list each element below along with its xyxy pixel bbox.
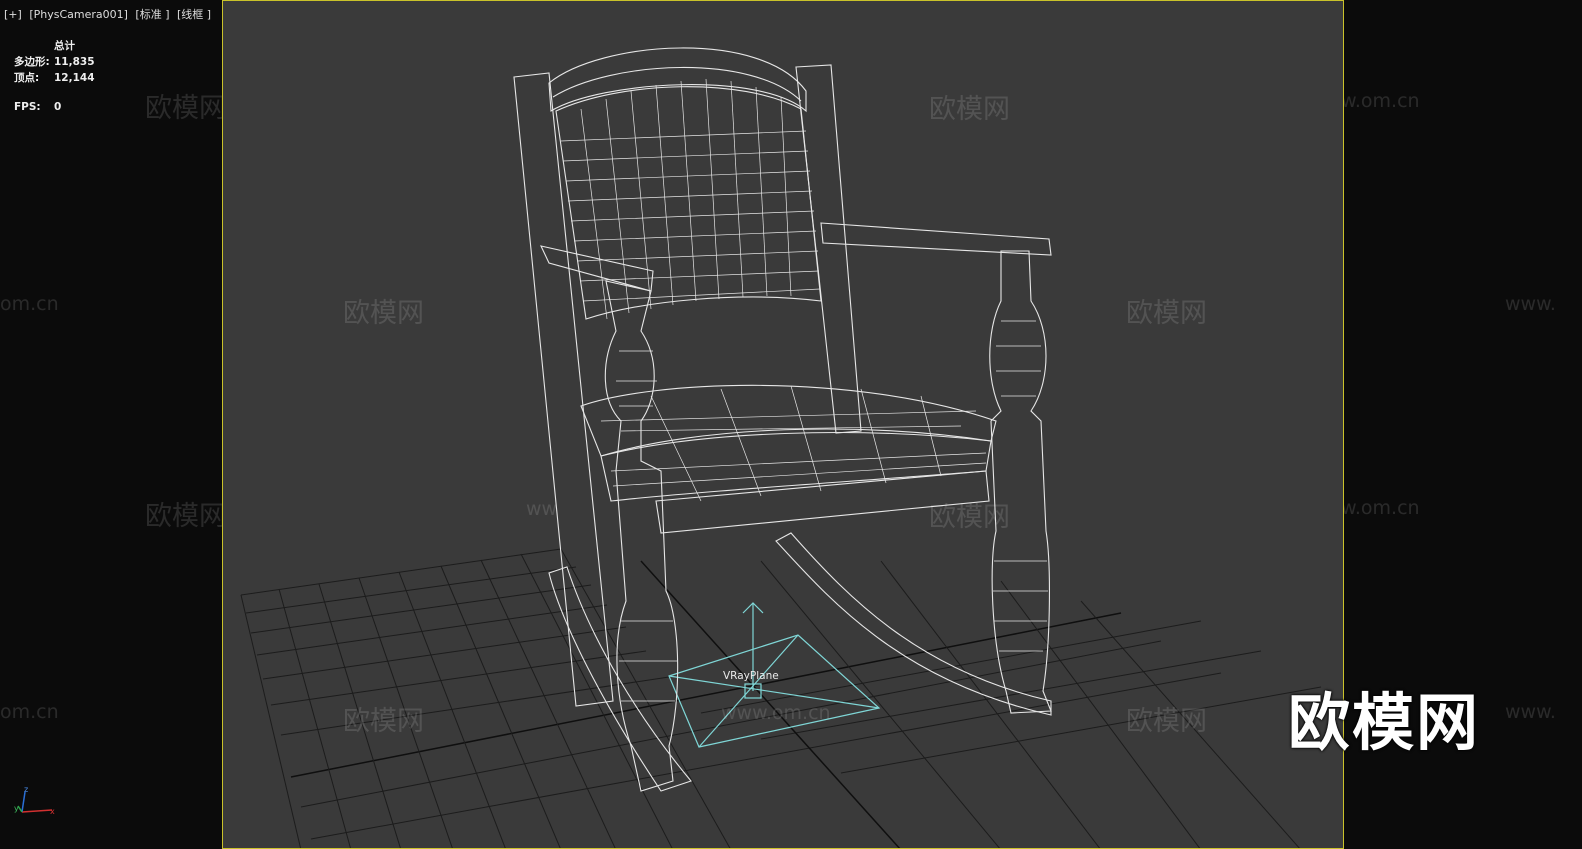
viewport-menu-plus[interactable]: [+]: [4, 8, 22, 21]
z-axis-line: [21, 791, 26, 813]
viewport-label-bar: [+] [PhysCamera001] [标准 ] [线框 ]: [4, 6, 215, 22]
stats-verts-value: 12,144: [54, 72, 95, 84]
x-axis-label: x: [50, 807, 55, 816]
watermark-brand: 欧模网: [929, 94, 1010, 125]
stats-polys-row: 多边形: 11,835: [14, 54, 95, 70]
viewport-shading-standard[interactable]: [标准 ]: [135, 8, 169, 21]
fps-value: 0: [54, 101, 62, 113]
y-axis-label: y: [14, 804, 19, 813]
watermark-brand: 欧模网: [929, 502, 1010, 533]
watermark-brand: 欧模网: [1126, 706, 1207, 737]
x-axis-line: [21, 809, 53, 813]
stats-total-header: 总计: [54, 40, 75, 52]
watermark-url-fragment: om.cn: [0, 293, 59, 315]
watermark-brand: 欧模网: [343, 706, 424, 737]
watermark-url-fragment: www.: [1505, 293, 1556, 315]
watermark-url-fragment: om.cn: [0, 701, 59, 723]
stats-verts-row: 顶点: 12,144: [14, 70, 95, 86]
stats-polys-label: 多边形:: [14, 56, 50, 68]
stats-verts-label: 顶点:: [14, 72, 40, 84]
fps-readout: FPS: 0: [14, 101, 61, 113]
watermark-brand: 欧模网: [145, 501, 226, 532]
scene-statistics: 总计 多边形: 11,835 顶点: 12,144: [14, 38, 95, 86]
watermark-brand: 欧模网: [343, 298, 424, 329]
watermark-url-fragment: ww: [526, 498, 558, 520]
watermark-brand: 欧模网: [1126, 298, 1207, 329]
watermark-brand: 欧模网: [145, 93, 226, 124]
viewport-camera-label[interactable]: [PhysCamera001]: [29, 8, 128, 21]
z-axis-label: z: [24, 786, 28, 794]
watermark-url: www.om.cn: [721, 702, 831, 724]
vray-plane-label: VRayPlane: [723, 670, 779, 682]
fps-label: FPS:: [14, 101, 41, 113]
stats-polys-value: 11,835: [54, 56, 95, 68]
axis-tripod: x z y: [14, 786, 55, 816]
viewport-shading-wireframe[interactable]: [线框 ]: [177, 8, 211, 21]
watermark-url-fragment: www.: [1505, 701, 1556, 723]
perspective-viewport[interactable]: 欧模网 欧模网 欧模网 欧模网 欧模网 欧模网 ww www.om.cn: [222, 0, 1344, 849]
brand-logo: 欧模网: [1288, 686, 1481, 759]
